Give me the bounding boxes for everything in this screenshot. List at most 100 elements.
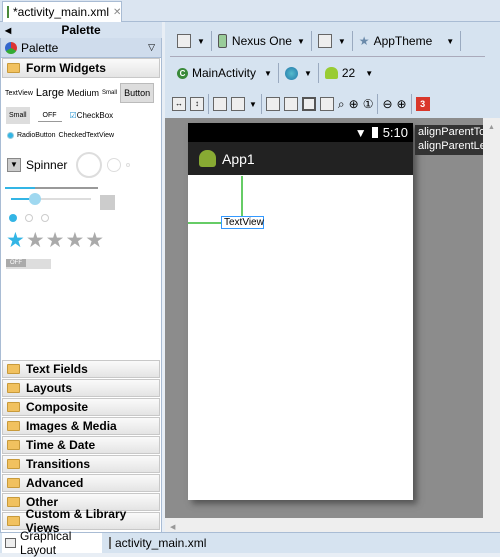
zoom-icon[interactable]: ⌕ bbox=[338, 97, 345, 112]
tab-label: activity_main.xml bbox=[115, 536, 207, 550]
category-transitions[interactable]: Transitions bbox=[2, 455, 160, 473]
margins-icon[interactable] bbox=[213, 97, 227, 111]
close-icon[interactable]: ✕ bbox=[113, 7, 121, 18]
widget-row-controls: Small OFF ☑CheckBox bbox=[6, 107, 113, 124]
phone-icon bbox=[217, 34, 227, 48]
quickcontact-icon[interactable] bbox=[100, 195, 115, 210]
chevron-down-icon: ▼ bbox=[296, 36, 305, 46]
chevron-down-icon[interactable]: ▼ bbox=[304, 69, 312, 78]
theme-dropdown[interactable]: ★ AppTheme ▼ bbox=[359, 34, 454, 48]
widget-checkbox[interactable]: ☑CheckBox bbox=[70, 111, 114, 120]
layout-actions-icon[interactable] bbox=[231, 97, 245, 111]
chevron-down-icon[interactable]: ▽ bbox=[148, 42, 155, 53]
toolbar-row-1: ▼ Nexus One ▼ ▼ ★ AppTheme ▼ bbox=[177, 31, 462, 51]
center-icon[interactable] bbox=[283, 97, 298, 111]
separator bbox=[210, 31, 212, 51]
device-dropdown[interactable]: Nexus One ▼ bbox=[217, 34, 305, 48]
widget-checkedtextview[interactable]: CheckedTextView bbox=[59, 132, 115, 139]
category-form-widgets[interactable]: Form Widgets bbox=[2, 58, 160, 78]
widget-progress-horizontal[interactable] bbox=[5, 187, 98, 189]
selected-textview[interactable]: TextView bbox=[221, 216, 264, 229]
orientation-icon[interactable] bbox=[317, 34, 332, 48]
config-file-icon[interactable] bbox=[177, 34, 191, 48]
widget-radiogroup[interactable] bbox=[9, 214, 49, 222]
battery-icon bbox=[371, 127, 378, 138]
tab-activity-main-xml[interactable]: activity_main.xml bbox=[106, 533, 207, 553]
chevron-down-icon[interactable]: ▼ bbox=[197, 37, 205, 46]
anchor-top-line bbox=[241, 176, 243, 217]
folder-icon bbox=[7, 516, 20, 526]
zoom-fit-icon[interactable]: ⊕ bbox=[349, 97, 359, 111]
category-time-date[interactable]: Time & Date bbox=[2, 436, 160, 454]
palette-header-title: Palette bbox=[61, 23, 101, 37]
widget-switch[interactable]: OFF bbox=[6, 259, 51, 269]
status-bar: ▼ 5:10 bbox=[188, 123, 413, 142]
category-images-media[interactable]: Images & Media bbox=[2, 417, 160, 435]
divider bbox=[170, 56, 485, 57]
baseline-icon[interactable] bbox=[265, 97, 280, 111]
widget-small-button[interactable]: Small bbox=[6, 107, 30, 124]
layout-icon bbox=[5, 538, 17, 548]
widget-toggle-button[interactable]: OFF bbox=[37, 110, 62, 122]
api-dropdown[interactable]: 22 ▼ bbox=[324, 66, 373, 80]
widget-seekbar[interactable] bbox=[11, 193, 91, 205]
category-composite[interactable]: Composite bbox=[2, 398, 160, 416]
palette-dropdown[interactable]: Palette ▽ bbox=[1, 38, 161, 58]
fit-width-icon[interactable]: ↔ bbox=[172, 97, 186, 111]
category-label: Images & Media bbox=[26, 419, 117, 433]
category-layouts[interactable]: Layouts bbox=[2, 379, 160, 397]
zoom-out-icon[interactable]: ⊖ bbox=[382, 97, 392, 111]
chevron-down-icon[interactable]: ▼ bbox=[249, 100, 257, 109]
category-label: Text Fields bbox=[26, 362, 88, 376]
separator bbox=[377, 94, 379, 114]
category-advanced[interactable]: Advanced bbox=[2, 474, 160, 492]
activity-dropdown[interactable]: C MainActivity ▼ bbox=[177, 66, 272, 80]
category-label: Form Widgets bbox=[26, 61, 106, 75]
separator bbox=[260, 94, 262, 114]
radio-icon bbox=[41, 214, 49, 222]
horizontal-scrollbar[interactable]: ◀ bbox=[165, 518, 483, 532]
xml-file-icon bbox=[109, 537, 111, 549]
separator bbox=[351, 31, 353, 51]
align-icon[interactable] bbox=[301, 97, 316, 111]
widget-button[interactable]: Button bbox=[120, 83, 155, 103]
vertical-scrollbar[interactable]: ▲ bbox=[483, 118, 500, 532]
device-preview: ▼ 5:10 App1 TextView bbox=[188, 123, 413, 500]
folder-open-icon bbox=[7, 63, 20, 73]
zoom-in-icon[interactable]: ⊕ bbox=[397, 97, 407, 111]
globe-icon[interactable] bbox=[284, 66, 298, 80]
checkbox-label: CheckBox bbox=[76, 111, 114, 120]
chevron-down-icon[interactable]: ▼ bbox=[338, 37, 346, 46]
star-icon: ★★★★ bbox=[25, 229, 106, 252]
fit-height-icon[interactable]: ↕ bbox=[190, 97, 204, 111]
widget-spinner[interactable]: Spinner bbox=[26, 158, 67, 172]
tab-graphical-layout[interactable]: Graphical Layout bbox=[2, 529, 102, 557]
zoom-100-icon[interactable]: ① bbox=[363, 97, 374, 111]
folder-icon bbox=[7, 440, 20, 450]
seekbar-thumb[interactable] bbox=[29, 193, 41, 205]
star-filled-icon: ★ bbox=[6, 229, 26, 252]
layout-tooltip: alignParentTop alignParentLeft bbox=[415, 125, 483, 155]
folder-icon bbox=[7, 402, 20, 412]
status-time: 5:10 bbox=[382, 125, 408, 140]
separator bbox=[208, 94, 209, 114]
collapse-left-icon[interactable]: ◀ bbox=[5, 26, 11, 35]
anchor-left-line bbox=[188, 222, 221, 224]
palette-header[interactable]: ◀ Palette bbox=[0, 22, 162, 38]
xml-file-icon bbox=[7, 6, 9, 18]
editor-tab[interactable]: *activity_main.xml ✕ bbox=[2, 1, 122, 22]
category-custom-library-views[interactable]: Custom & Library Views bbox=[2, 507, 160, 535]
widget-radiobutton[interactable]: RadioButton bbox=[17, 132, 56, 139]
progress-small-icon[interactable] bbox=[126, 163, 131, 167]
widget-large[interactable]: Large bbox=[36, 87, 64, 99]
issues-badge[interactable]: 3 bbox=[415, 97, 430, 111]
category-text-fields[interactable]: Text Fields bbox=[2, 360, 160, 378]
widget-small[interactable]: Small bbox=[102, 90, 117, 96]
widget-medium[interactable]: Medium bbox=[67, 88, 99, 98]
progress-medium-icon[interactable] bbox=[107, 158, 122, 172]
widget-ratingbar[interactable]: ★★★★★ bbox=[6, 228, 105, 253]
widget-textview[interactable]: TextView bbox=[5, 90, 33, 97]
activity-label: MainActivity bbox=[192, 66, 257, 80]
resize-icon[interactable] bbox=[319, 97, 334, 111]
progress-large-icon[interactable] bbox=[76, 152, 103, 178]
